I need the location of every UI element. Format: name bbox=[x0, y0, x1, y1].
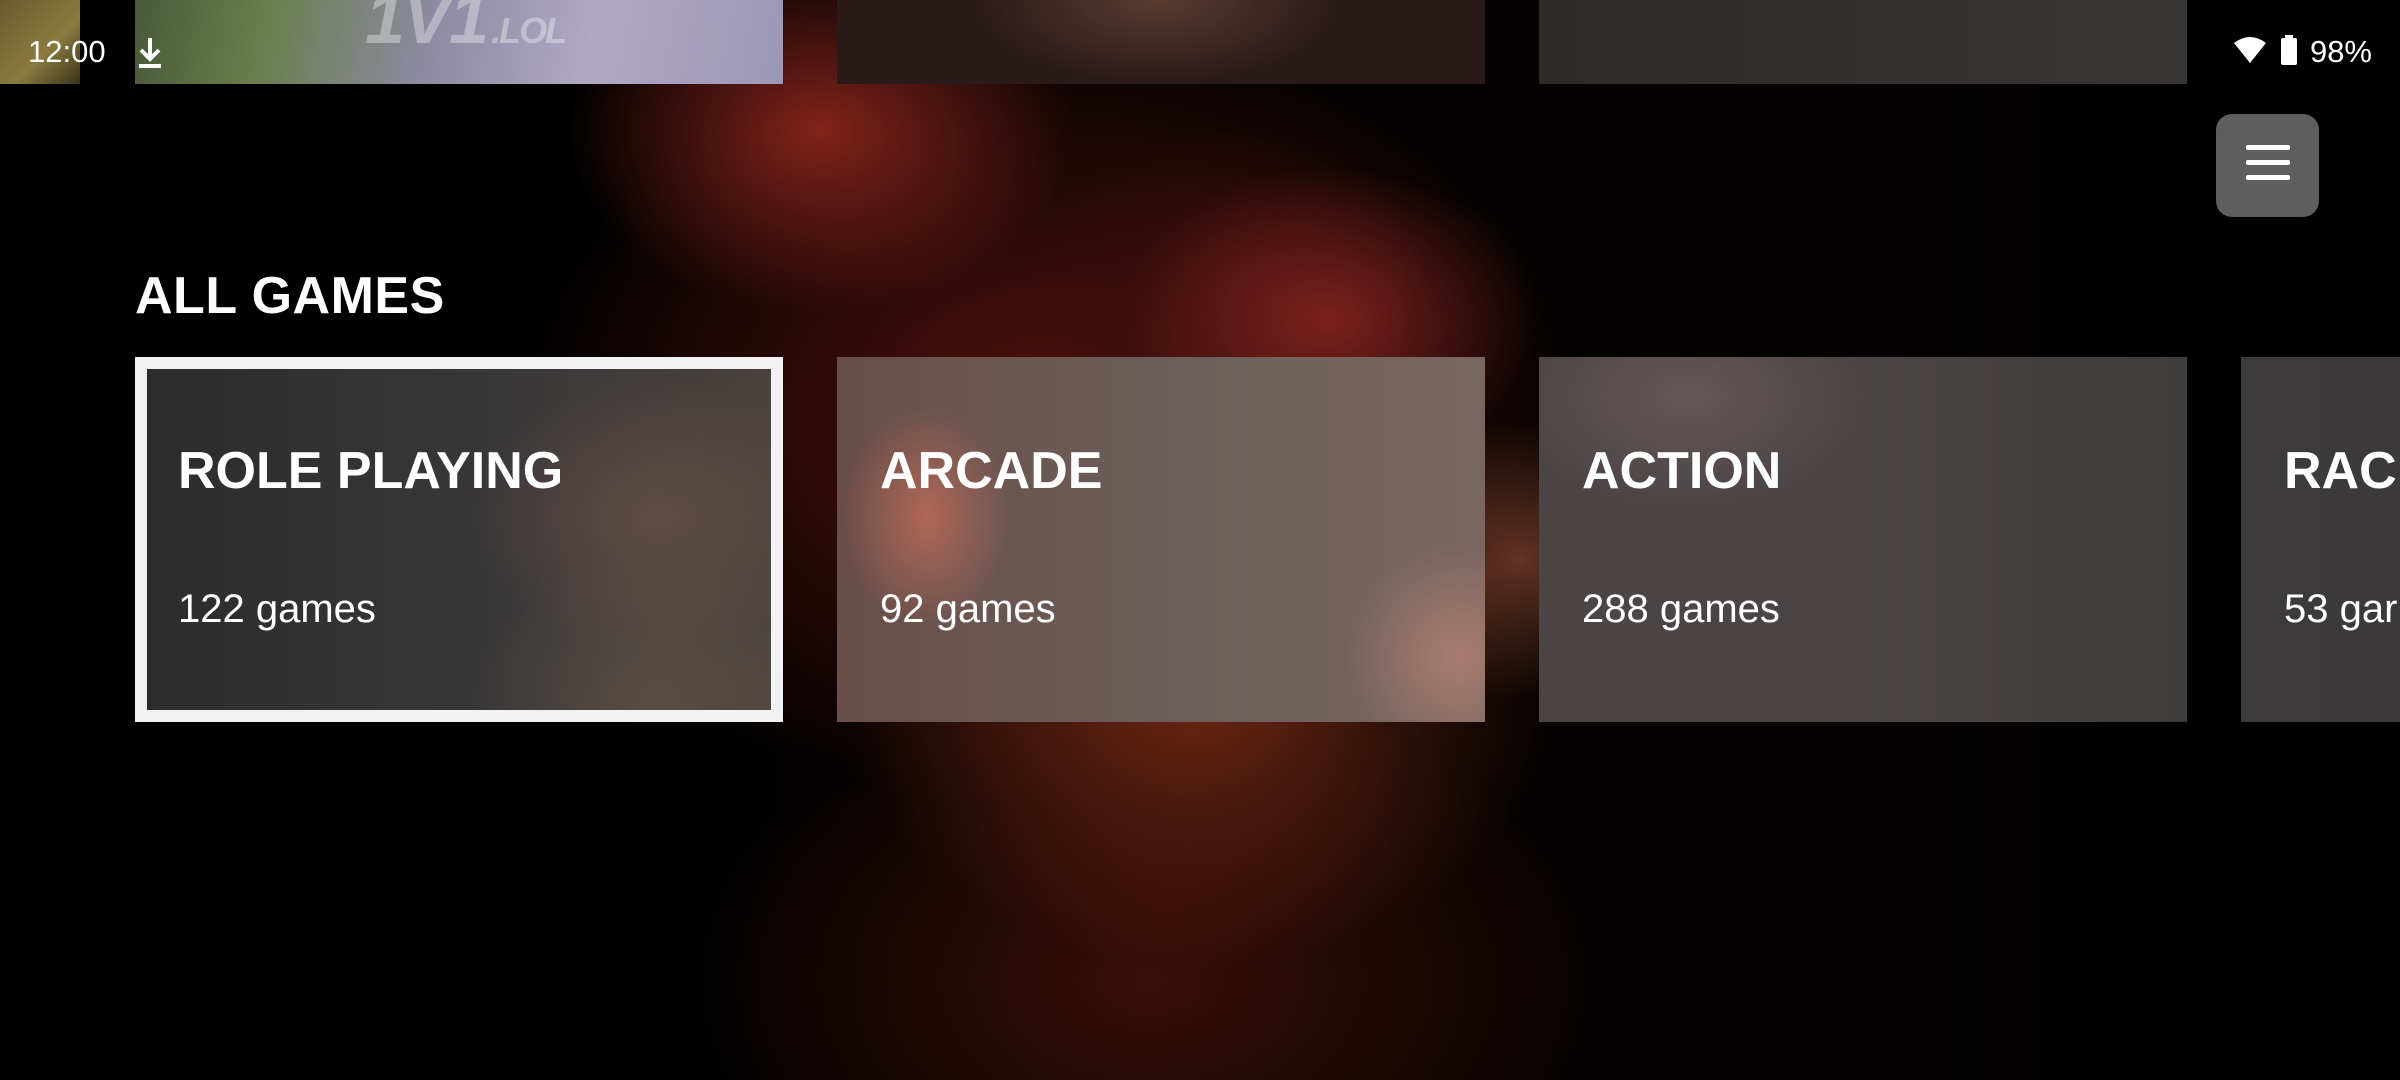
category-card-action[interactable]: ACTION 288 games bbox=[1539, 357, 2187, 722]
category-card-role-playing[interactable]: ROLE PLAYING 122 games bbox=[135, 357, 783, 722]
battery-percentage: 98% bbox=[2309, 34, 2372, 69]
category-card-racing[interactable]: RACI 53 gar bbox=[2241, 357, 2400, 722]
category-count: 122 games bbox=[178, 587, 376, 631]
category-card-arcade[interactable]: ARCADE 92 games bbox=[837, 357, 1485, 722]
category-title: ROLE PLAYING bbox=[178, 442, 564, 500]
category-title: RACI bbox=[2284, 442, 2400, 500]
category-title: ARCADE bbox=[880, 442, 1103, 500]
battery-icon bbox=[2280, 34, 2298, 70]
category-count: 92 games bbox=[880, 587, 1056, 631]
category-title: ACTION bbox=[1582, 442, 1782, 500]
status-time: 12:00 bbox=[28, 34, 106, 69]
category-count: 53 gar bbox=[2284, 587, 2398, 631]
screen: 1V1 .LOL 12:00 98% ALL GAMES ROLE PLAYIN… bbox=[0, 0, 2400, 1080]
wifi-icon bbox=[2232, 35, 2268, 70]
hamburger-menu-icon bbox=[2244, 143, 2292, 188]
download-icon bbox=[136, 36, 164, 70]
status-bar: 12:00 98% bbox=[0, 0, 2400, 110]
menu-button[interactable] bbox=[2216, 114, 2319, 217]
section-title: ALL GAMES bbox=[135, 267, 445, 325]
status-right: 98% bbox=[2232, 34, 2372, 70]
category-count: 288 games bbox=[1582, 587, 1780, 631]
